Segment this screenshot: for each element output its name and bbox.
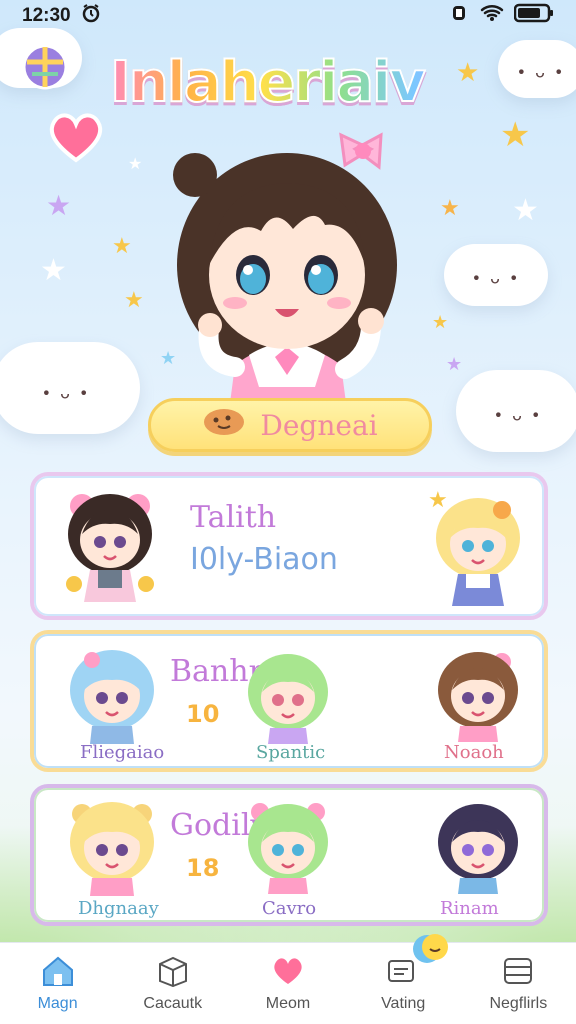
star-icon: ★ [112, 234, 132, 259]
star-icon: ★ [440, 196, 460, 221]
primary-action-button[interactable]: Degneai [148, 398, 432, 452]
bottom-navigation: Magn Cacautk Meom Vating Negflirls [0, 934, 576, 1024]
status-bar: 12:30 [0, 0, 576, 32]
globe-icon [22, 44, 68, 90]
nav-label: Meom [265, 995, 311, 1012]
box-icon [156, 955, 190, 991]
star-icon: ★ [40, 253, 67, 288]
notification-bubble-icon [411, 933, 451, 971]
primary-action-label: Degneai [260, 408, 378, 442]
alarm-icon [81, 3, 101, 29]
character-card[interactable]: Banhr 10 Fliegaiao Spantic Noaoh [30, 630, 548, 772]
cloud-decoration: • ᴗ • [444, 244, 548, 306]
character-avatar [240, 648, 336, 748]
cloud-decoration: • ᴗ • [498, 40, 576, 98]
nav-label: Magn [37, 995, 78, 1012]
heart-icon [271, 955, 305, 991]
character-avatar [60, 484, 160, 618]
nav-item-home[interactable]: Magn [8, 955, 108, 1013]
home-icon [41, 955, 75, 991]
vibrate-icon [448, 3, 470, 29]
star-icon: ★ [432, 312, 449, 333]
star-icon: ★ [46, 189, 72, 222]
cloud-decoration: • ᴗ • [456, 370, 576, 452]
status-time: 12:30 [22, 5, 71, 26]
star-icon: ★ [128, 154, 143, 173]
character-avatar [240, 798, 336, 898]
heart-icon [46, 108, 106, 164]
character-avatar [430, 646, 526, 746]
star-icon: ★ [512, 193, 539, 228]
mascot-character [165, 125, 415, 445]
nav-label: Negflirls [489, 995, 548, 1012]
nav-item-chat[interactable]: Vating [353, 934, 453, 1013]
character-name: Cavro [262, 898, 317, 919]
character-name: Noaoh [444, 742, 504, 763]
cloud-decoration: • ᴗ • [0, 342, 140, 434]
nav-label: Vating [381, 995, 426, 1012]
nav-item-menu[interactable]: Negflirls [468, 955, 568, 1013]
character-avatar [62, 644, 162, 748]
nav-label: Cacautk [143, 995, 203, 1012]
star-icon: ★ [500, 115, 531, 155]
character-card[interactable]: Godily 18 Dhgnaay Cavro Rinam [30, 784, 548, 926]
app-title-logo: Inlaheriaiv [109, 49, 490, 130]
character-name: Rinam [440, 898, 499, 919]
character-name: Dhgnaay [78, 898, 159, 919]
card-title: Talith [190, 500, 277, 535]
star-icon: ★ [446, 354, 463, 375]
character-avatar [430, 798, 526, 898]
card-number: 18 [186, 854, 220, 882]
character-name: Fliegaiao [80, 742, 165, 763]
character-avatar [62, 796, 162, 900]
character-card[interactable]: Talith I0ly-Biaon ★ [30, 472, 548, 620]
star-icon: ★ [124, 288, 144, 313]
nav-item-heart[interactable]: Meom [238, 955, 338, 1013]
wifi-icon [480, 4, 504, 28]
menu-icon [501, 955, 535, 991]
star-icon: ★ [428, 488, 448, 513]
cookie-icon [202, 407, 246, 444]
character-name: Spantic [256, 742, 326, 763]
nav-item-box[interactable]: Cacautk [123, 955, 223, 1013]
card-number: 10 [186, 700, 220, 728]
battery-icon [513, 3, 554, 29]
card-subtitle: I0ly-Biaon [190, 542, 338, 577]
